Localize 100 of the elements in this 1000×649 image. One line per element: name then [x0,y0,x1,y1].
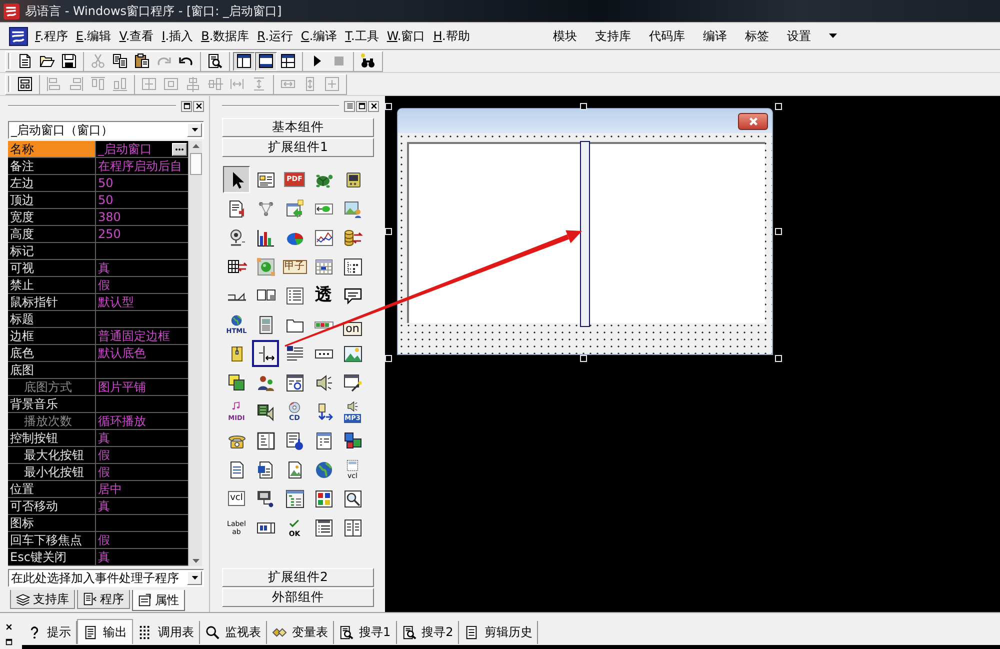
property-value-field[interactable]: 真 [96,498,188,514]
property-value-field[interactable]: 在程序启动后自 [96,158,188,174]
property-name[interactable]: 顶边 [8,192,96,208]
property-value-field[interactable]: 居中 [96,481,188,497]
menu-item[interactable]: R.运行 [256,28,294,44]
output-tab[interactable]: 监视表 [200,621,267,644]
property-name[interactable]: 标题 [8,311,96,327]
property-name[interactable]: 宽度 [8,209,96,225]
close-button[interactable] [193,100,204,112]
property-name[interactable]: 位置 [8,481,96,497]
property-value-field[interactable]: 250 [96,226,188,242]
property-value-field[interactable]: 真 [96,260,188,276]
property-value-field[interactable]: 普通固定边框 [96,328,188,344]
property-name[interactable]: 高度 [8,226,96,242]
property-value-field[interactable]: 真 [96,430,188,446]
property-name[interactable]: 禁止 [8,277,96,293]
property-value-field[interactable]: 假 [96,532,188,548]
component-tool-button[interactable] [252,340,279,367]
property-value-field[interactable]: 50 [96,175,188,191]
output-tab[interactable]: 变量表 [267,621,334,644]
scroll-thumb[interactable] [190,153,202,175]
output-tab[interactable]: 搜寻1 [334,621,397,644]
selection-handle[interactable] [580,103,587,110]
component-tool-button[interactable]: on [339,311,366,338]
component-tool-button[interactable]: vcl [223,485,250,512]
component-tool-button[interactable]: 甲子 [281,253,308,280]
property-name[interactable]: 底图 [8,362,96,378]
property-name[interactable]: 边框 [8,328,96,344]
object-dropdown[interactable]: _启动窗口（窗口） [8,121,204,139]
property-value-field[interactable]: 默认底色 [96,345,188,361]
toolbar-link[interactable]: 代码库 [648,28,686,44]
close-button[interactable] [4,622,14,631]
property-value-field[interactable]: 假 [96,447,188,463]
toolbar-button[interactable] [233,52,255,70]
output-tab[interactable]: 剪辑历史 [459,621,538,644]
menu-item[interactable]: B.数据库 [200,28,250,44]
property-value-field[interactable]: 50 [96,192,188,208]
event-dropdown[interactable]: 在此处选择加入事件处理子程序 [8,569,204,587]
menu-item[interactable]: H.帮助 [432,28,471,44]
property-name[interactable]: 背景音乐 [8,396,96,412]
menu-item[interactable]: C.编译 [300,28,338,44]
property-name[interactable]: 可否移动 [8,498,96,514]
selection-handle[interactable] [385,228,392,235]
menu-button[interactable] [344,100,355,112]
scrollbar-track[interactable] [188,141,202,566]
toolbar-link[interactable]: 支持库 [594,28,632,44]
property-name[interactable]: 鼠标指针 [8,294,96,310]
selection-handle[interactable] [385,103,392,110]
property-value-field[interactable]: _启动窗口 [96,141,188,157]
selection-handle[interactable] [775,355,782,362]
menu-item[interactable]: F.程序 [34,28,69,44]
property-name[interactable]: 底色 [8,345,96,361]
panel-tab[interactable]: 程序 [77,590,130,609]
selection-handle[interactable] [775,228,782,235]
splitter-bar[interactable] [580,141,590,327]
property-name[interactable]: 图标 [8,515,96,531]
property-value-field[interactable]: 真 [96,549,188,565]
restore-button[interactable] [356,100,367,112]
property-name[interactable]: 左边 [8,175,96,191]
output-tab[interactable]: 输出 [77,619,133,644]
browse-button[interactable] [172,142,187,156]
property-name[interactable]: 标记 [8,243,96,259]
property-name[interactable]: 可视 [8,260,96,276]
component-tool-button[interactable] [223,166,250,193]
output-tab[interactable]: 搜寻2 [396,621,460,644]
toolbar-link[interactable]: 编译 [702,28,728,44]
selection-handle[interactable] [775,103,782,110]
menu-item[interactable]: T.工具 [344,28,380,44]
dropdown-button[interactable] [187,571,202,585]
menu-item[interactable]: W.窗口 [386,28,426,44]
property-name[interactable]: Esc键关闭 [8,549,96,565]
toolbar-link[interactable]: 设置 [786,28,812,44]
category-button[interactable]: 扩展组件2 [222,568,374,587]
toolbar-button[interactable] [255,52,277,70]
property-name[interactable]: 备注 [8,158,96,174]
restore-button[interactable] [181,100,192,112]
menu-item[interactable]: I.插入 [160,28,194,44]
property-value-field[interactable]: 默认型 [96,294,188,310]
panel-tab[interactable]: 支持库 [10,590,75,609]
close-button[interactable] [738,113,768,130]
dropdown-button[interactable] [187,123,202,137]
toolbar-link[interactable]: 模块 [552,28,578,44]
category-button[interactable]: 外部组件 [222,588,374,607]
property-name[interactable]: 控制按钮 [8,430,96,446]
property-name[interactable]: 回车下移焦点 [8,532,96,548]
category-button[interactable]: 基本组件 [222,118,374,137]
category-button[interactable]: 扩展组件1 [222,138,374,157]
panel-tab[interactable]: 属性 [132,590,185,611]
property-value-field[interactable]: 假 [96,464,188,480]
selection-handle[interactable] [580,355,587,362]
property-name[interactable]: 名称 [8,141,96,157]
property-value-field[interactable]: 380 [96,209,188,225]
menu-item[interactable]: E.编辑 [74,28,112,44]
selection-handle[interactable] [385,355,392,362]
menu-item[interactable]: V.查看 [118,28,155,44]
toolbar-link[interactable]: 标签 [744,28,770,44]
property-value-field[interactable]: 假 [96,277,188,293]
close-button[interactable] [368,100,379,112]
component-tool-button[interactable]: 透 [310,282,337,309]
restore-button[interactable] [4,637,14,646]
